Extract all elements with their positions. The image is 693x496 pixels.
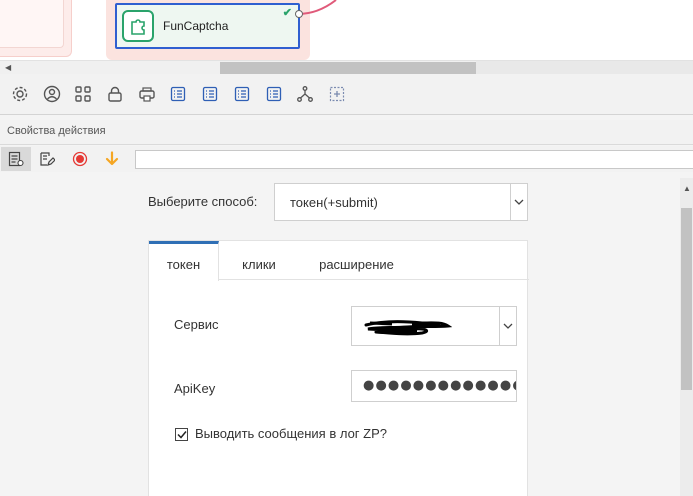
properties-header: Свойства действия <box>0 120 693 144</box>
horizontal-scroll-track[interactable] <box>476 61 693 75</box>
vertical-scroll-thumb[interactable] <box>681 208 692 390</box>
method-select[interactable]: токен(+submit) <box>274 183 528 221</box>
lock-icon[interactable] <box>104 83 126 105</box>
properties-toolbar <box>0 146 693 172</box>
scroll-up-icon[interactable]: ▲ <box>683 184 691 193</box>
print-icon[interactable] <box>136 83 158 105</box>
funcaptcha-node[interactable]: FunCaptcha ✔ <box>115 3 303 49</box>
gear-icon[interactable] <box>9 83 31 105</box>
apikey-label: ApiKey <box>174 381 216 396</box>
add-box-icon[interactable] <box>326 83 348 105</box>
horizontal-scrollbar[interactable]: ◀ <box>0 60 693 75</box>
tab-bar: токен клики расширение <box>149 241 529 281</box>
branch-icon[interactable] <box>294 83 316 105</box>
redacted-service-value <box>364 320 452 336</box>
check-icon: ✔ <box>282 7 292 19</box>
tab-extension[interactable]: расширение <box>304 241 409 280</box>
properties-icon[interactable] <box>1 147 31 171</box>
method-select-value: токен(+submit) <box>290 194 378 210</box>
puzzle-icon <box>122 10 154 42</box>
tab-clicks[interactable]: клики <box>229 241 289 280</box>
edit-icon[interactable] <box>32 147 62 171</box>
record-icon[interactable] <box>65 147 95 171</box>
properties-divider <box>0 144 693 145</box>
node-title: FunCaptcha <box>163 19 229 33</box>
properties-title: Свойства действия <box>7 125 106 137</box>
previous-node-body <box>0 0 64 48</box>
list-icon[interactable] <box>167 83 189 105</box>
user-circle-icon[interactable] <box>41 83 63 105</box>
arrow-down-icon[interactable] <box>97 147 127 171</box>
list-icon[interactable] <box>263 83 285 105</box>
checkmark-icon <box>176 431 187 439</box>
connector-line <box>297 0 337 15</box>
toolbar-divider <box>0 114 693 115</box>
log-checkbox[interactable] <box>175 428 188 441</box>
chevron-down-icon[interactable] <box>510 184 527 220</box>
horizontal-scroll-thumb[interactable] <box>220 62 476 74</box>
log-checkbox-label[interactable]: Выводить сообщения в лог ZP? <box>195 426 387 441</box>
previous-node[interactable] <box>0 0 72 57</box>
service-select[interactable] <box>351 306 517 346</box>
grid-icon[interactable] <box>72 83 94 105</box>
scroll-left-icon[interactable]: ◀ <box>5 63 11 72</box>
service-label: Сервис <box>174 317 219 332</box>
method-settings-panel: токен клики расширение Сервис ApiKey ●●●… <box>148 240 529 496</box>
method-label: Выберите способ: <box>148 194 258 209</box>
chevron-down-icon[interactable] <box>499 307 516 345</box>
apikey-input[interactable]: ●●●●●●●●●●●●●●●●●● <box>351 370 517 402</box>
list-icon[interactable] <box>231 83 253 105</box>
apikey-input-value: ●●●●●●●●●●●●●●●●●● <box>363 378 516 393</box>
vertical-scrollbar[interactable]: ▲ <box>680 178 693 496</box>
node-output-port[interactable] <box>295 10 303 18</box>
tab-token[interactable]: токен <box>149 241 219 281</box>
list-icon[interactable] <box>199 83 221 105</box>
properties-search-input[interactable] <box>135 150 693 169</box>
main-toolbar <box>0 74 693 114</box>
workflow-canvas[interactable]: FunCaptcha ✔ <box>0 0 693 60</box>
